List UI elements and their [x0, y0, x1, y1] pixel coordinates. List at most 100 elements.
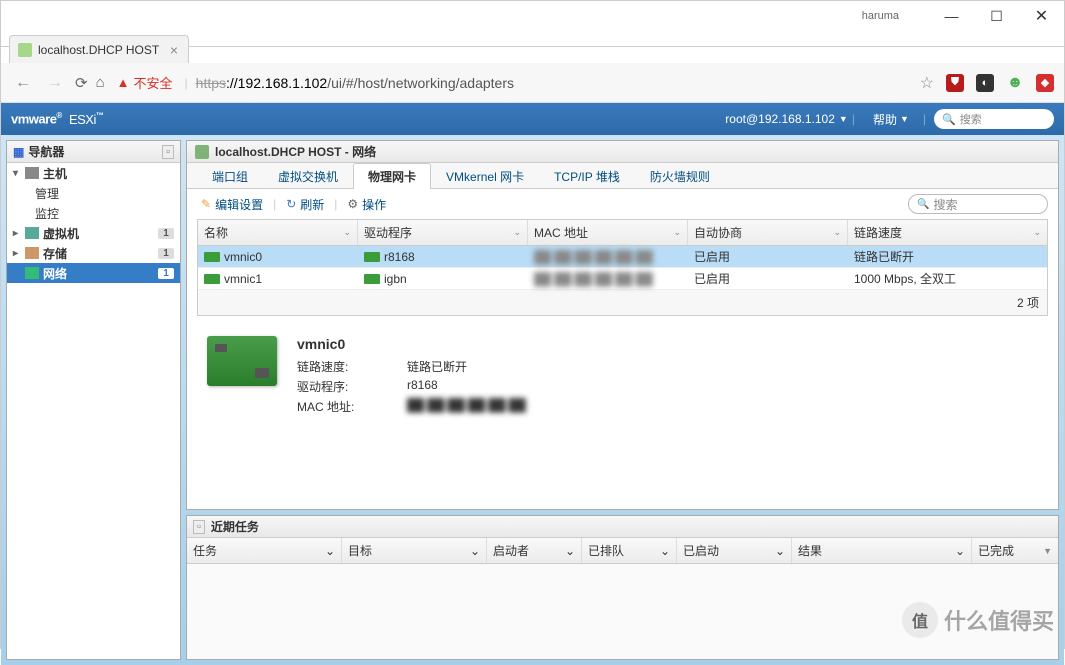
storage-icon	[25, 247, 39, 259]
actions-button[interactable]: ⚙操作	[343, 194, 390, 215]
col-started[interactable]: 已启动⌄	[677, 538, 792, 563]
topbar-search-input[interactable]: 🔍 搜索	[934, 109, 1054, 129]
panel-title-bar: localhost.DHCP HOST - 网络	[187, 141, 1058, 163]
url-path: /ui/#/host/networking/adapters	[327, 75, 514, 91]
sort-icon: ⌄	[343, 227, 351, 238]
home-button[interactable]: ⌂	[96, 74, 105, 91]
ext-dark-icon[interactable]: ◐	[976, 74, 994, 92]
topbar-separator: |	[923, 112, 926, 126]
nav-badge: 1	[158, 248, 174, 259]
sort-icon: ⌄	[660, 544, 670, 558]
col-auto[interactable]: 自动协商⌄	[688, 220, 848, 245]
content-area: localhost.DHCP HOST - 网络 端口组 虚拟交换机 物理网卡 …	[186, 140, 1059, 660]
tab-tcpip[interactable]: TCP/IP 堆栈	[539, 163, 635, 189]
tab-vmkernel[interactable]: VMkernel 网卡	[431, 163, 539, 189]
nav-forward-button[interactable]: →	[43, 74, 67, 92]
ext-ublock-icon[interactable]: ⛊	[946, 74, 964, 92]
watermark: 值 什么值得买	[902, 602, 1054, 638]
network-panel: localhost.DHCP HOST - 网络 端口组 虚拟交换机 物理网卡 …	[186, 140, 1059, 510]
col-completed[interactable]: 已完成▼	[972, 538, 1058, 563]
tasks-collapse-button[interactable]: ▫	[193, 520, 205, 534]
sort-icon: ⌄	[470, 544, 480, 558]
security-indicator[interactable]: ▲ 不安全	[113, 73, 177, 92]
esxi-topbar: vmware® ESXi™ root@192.168.1.102 ▼ | 帮助 …	[1, 103, 1064, 135]
detail-name: vmnic0	[297, 336, 526, 352]
col-name[interactable]: 名称⌄	[198, 220, 358, 245]
nav-back-button[interactable]: ←	[11, 74, 35, 92]
nic-icon	[364, 274, 380, 284]
sort-icon: ⌄	[775, 544, 785, 558]
edit-settings-button[interactable]: ✎编辑设置	[197, 194, 267, 215]
detail-speed-label: 链路速度:	[297, 358, 407, 375]
nav-label: 网络	[43, 265, 67, 282]
chevron-down-icon: ▼	[900, 114, 909, 124]
browser-tab[interactable]: localhost.DHCP HOST ×	[9, 35, 189, 63]
navigator-collapse-button[interactable]: ▫	[162, 145, 174, 159]
nav-item-vm[interactable]: ▸ 虚拟机 1	[7, 223, 180, 243]
tab-close-button[interactable]: ×	[168, 42, 180, 58]
sort-icon: ⌄	[955, 544, 965, 558]
window-user-label: haruma	[862, 10, 899, 22]
expand-icon: ▸	[13, 248, 21, 259]
window-maximize-button[interactable]: ☐	[974, 1, 1019, 31]
tab-physical-nics[interactable]: 物理网卡	[353, 163, 431, 189]
table-row[interactable]: vmnic0 r8168 ██:██:██:██:██:██ 已启用 链路已断开	[198, 246, 1047, 268]
nic-icon	[204, 252, 220, 262]
ext-shield-icon[interactable]: ◆	[1036, 74, 1054, 92]
search-icon: 🔍	[917, 199, 929, 210]
reload-button[interactable]: ⟳	[75, 74, 88, 92]
col-target[interactable]: 目标⌄	[342, 538, 487, 563]
bookmark-star-icon[interactable]: ☆	[920, 73, 934, 93]
tab-firewall[interactable]: 防火墙规则	[635, 163, 725, 189]
logo-brand: vmware	[11, 112, 56, 127]
user-menu-button[interactable]: root@192.168.1.102 ▼	[725, 112, 848, 126]
tab-title-label: localhost.DHCP HOST	[38, 43, 168, 57]
col-task[interactable]: 任务⌄	[187, 538, 342, 563]
col-initiator[interactable]: 启动者⌄	[487, 538, 582, 563]
col-queued[interactable]: 已排队⌄	[582, 538, 677, 563]
search-placeholder: 搜索	[933, 196, 957, 213]
navigator-tree: ▾ 主机 管理 监控 ▸ 虚拟机 1 ▸ 存储	[7, 163, 180, 659]
sort-icon: ⌄	[673, 227, 681, 238]
search-placeholder: 搜索	[960, 111, 982, 127]
subtab-bar: 端口组 虚拟交换机 物理网卡 VMkernel 网卡 TCP/IP 堆栈 防火墙…	[187, 163, 1058, 189]
tab-portgroups[interactable]: 端口组	[197, 163, 263, 189]
col-driver[interactable]: 驱动程序⌄	[358, 220, 528, 245]
toolbar-separator: |	[334, 197, 337, 211]
ext-drama-icon[interactable]: ☻	[1006, 74, 1024, 92]
gear-icon: ⚙	[347, 197, 358, 211]
nic-datagrid: 名称⌄ 驱动程序⌄ MAC 地址⌄ 自动协商⌄ 链路速度⌄ vmnic0 r81…	[197, 219, 1048, 316]
pencil-icon: ✎	[201, 197, 211, 211]
chevron-down-icon: ▼	[1043, 546, 1052, 556]
tab-vswitches[interactable]: 虚拟交换机	[263, 163, 353, 189]
nav-item-network[interactable]: ▸ 网络 1	[7, 263, 180, 283]
browser-tab-bar: localhost.DHCP HOST ×	[1, 31, 1064, 63]
detail-mac-value: ██:██:██:██:██:██	[407, 398, 526, 415]
col-speed[interactable]: 链路速度⌄	[848, 220, 1047, 245]
detail-speed-value: 链路已断开	[407, 358, 467, 375]
window-minimize-button[interactable]: —	[929, 1, 974, 31]
insecure-label: 不安全	[134, 73, 173, 92]
grid-search-input[interactable]: 🔍 搜索	[908, 194, 1048, 214]
host-icon	[25, 167, 39, 179]
nav-label: 管理	[35, 185, 59, 202]
window-close-button[interactable]: ✕	[1019, 1, 1064, 31]
datagrid-header: 名称⌄ 驱动程序⌄ MAC 地址⌄ 自动协商⌄ 链路速度⌄	[198, 220, 1047, 246]
help-menu-button[interactable]: 帮助 ▼	[873, 111, 909, 128]
nav-item-manage[interactable]: 管理	[7, 183, 180, 203]
col-result[interactable]: 结果⌄	[792, 538, 972, 563]
nic-icon	[204, 274, 220, 284]
nav-item-storage[interactable]: ▸ 存储 1	[7, 243, 180, 263]
tasks-grid-header: 任务⌄ 目标⌄ 启动者⌄ 已排队⌄ 已启动⌄ 结果⌄ 已完成▼	[187, 538, 1058, 564]
logo-product: ESXi	[69, 112, 96, 127]
table-row[interactable]: vmnic1 igbn ██:██:██:██:██:██ 已启用 1000 M…	[198, 268, 1047, 290]
collapse-icon: ▾	[13, 168, 21, 179]
nav-badge: 1	[158, 268, 174, 279]
nav-item-monitor[interactable]: 监控	[7, 203, 180, 223]
url-input[interactable]: https://192.168.1.102/ui/#/host/networki…	[196, 75, 912, 91]
nav-item-host[interactable]: ▾ 主机	[7, 163, 180, 183]
refresh-button[interactable]: ↻刷新	[282, 194, 328, 215]
col-mac[interactable]: MAC 地址⌄	[528, 220, 688, 245]
detail-driver-label: 驱动程序:	[297, 378, 407, 395]
vm-icon	[25, 227, 39, 239]
